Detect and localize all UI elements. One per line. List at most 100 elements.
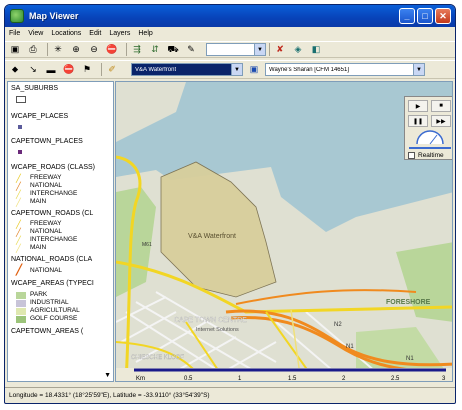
pause-button[interactable]: ❚❚ <box>408 115 428 127</box>
stop-icon: ■ <box>439 103 443 109</box>
legend-swatch <box>16 96 26 103</box>
menu-help[interactable]: Help <box>138 30 152 37</box>
tracker-icon: ⚑ <box>82 64 92 74</box>
stop-button[interactable]: ■ <box>431 100 451 112</box>
map-label-foreshore: FORESHORE <box>386 299 431 306</box>
legend-swatch <box>16 316 26 323</box>
toolbar-separator <box>101 63 102 76</box>
map-label-m61: M61 <box>142 242 152 248</box>
map-label-n1: N1 <box>346 344 354 350</box>
minimize-icon: _ <box>404 11 410 21</box>
legend-layer-title: WCAPE_AREAS (TYPECI <box>11 280 94 287</box>
blank-select[interactable]: ▼ <box>206 43 266 56</box>
vehicle-button[interactable]: ⛟ <box>166 43 180 57</box>
close-button[interactable]: ✕ <box>435 8 451 24</box>
legend-swatch <box>16 308 26 315</box>
map-label-chiesche: CHIESCHE KLOOF <box>131 355 184 361</box>
zoom-in-button[interactable]: ⊕ <box>69 43 83 57</box>
map-label-waterfront: V&A Waterfront <box>188 233 236 240</box>
national-line-icon: ╱ <box>16 182 21 191</box>
legend-layer-title: CAPETOWN_ROADS (CL <box>11 210 94 217</box>
legend-layer-title: SA_SUBURBS <box>11 85 59 92</box>
legend-swatch <box>16 292 26 299</box>
title-bar[interactable]: Map Viewer _ □ ✕ <box>5 5 455 27</box>
legend-layer-title: WCAPE_ROADS (CLASS) <box>11 164 96 171</box>
legend-item: GOLF COURSE <box>30 315 78 322</box>
map-label-n1: N1 <box>406 356 414 362</box>
gear-icon: ◧ <box>311 44 321 54</box>
toolbar-separator <box>47 43 48 56</box>
play-icon: ▶ <box>415 103 421 110</box>
main-toolbar: ▣ ⎙ ✳ ⊕ ⊖ ⛔ ⇶ ⇵ ⛟ ✎ ▼ ✘ ◈ ◧ <box>5 41 455 58</box>
delete-button[interactable]: ⛔ <box>62 63 76 77</box>
stop-button[interactable]: ⛔ <box>105 43 119 57</box>
station-icon: ▣ <box>249 64 259 74</box>
legend-item: NATIONAL <box>30 267 63 274</box>
clear-button[interactable]: ✘ <box>273 43 287 57</box>
scroll-down-icon[interactable]: ▼ <box>104 372 111 379</box>
menu-file[interactable]: File <box>9 30 20 37</box>
legend-item: PARK <box>30 291 48 298</box>
national-line-icon: ╱ <box>16 228 21 237</box>
settings-button[interactable]: ◧ <box>309 43 323 57</box>
print-button[interactable]: ⎙ <box>26 43 40 57</box>
legend-item: FREEWAY <box>30 174 62 181</box>
zoom-out-button[interactable]: ⊖ <box>87 43 101 57</box>
freeway-line-icon: ╱ <box>16 220 21 229</box>
chevron-down-icon: ▼ <box>231 64 242 75</box>
map-label-internet: Internet Solutions <box>196 327 239 333</box>
scale-unit: Km <box>136 376 145 382</box>
no-entry-icon: ⛔ <box>63 64 75 74</box>
add-area-button[interactable]: ▬ <box>44 63 58 77</box>
chevron-down-icon: ▼ <box>413 64 424 75</box>
scale-tick: 1.5 <box>288 376 297 382</box>
pencil-button[interactable]: ✐ <box>105 63 119 77</box>
scale-tick: 0.5 <box>184 376 193 382</box>
no-entry-icon: ⛔ <box>106 44 118 54</box>
legend-swatch <box>18 125 22 129</box>
menu-edit[interactable]: Edit <box>89 30 101 37</box>
speed-gauge-icon <box>416 130 444 145</box>
area-icon: ▬ <box>46 64 56 75</box>
route-button[interactable]: ⇶ <box>130 43 144 57</box>
add-point-button[interactable]: ⬥ <box>8 63 22 77</box>
station-select[interactable]: Wayne's Sharan [CFM 14651] ▼ <box>265 63 425 76</box>
zoom-out-icon: ⊖ <box>90 44 98 54</box>
fast-forward-icon: ▶▶ <box>436 118 446 125</box>
location-select[interactable]: V&A Waterfront ▼ <box>131 63 243 76</box>
fast-forward-button[interactable]: ▶▶ <box>431 115 451 127</box>
menu-layers[interactable]: Layers <box>109 30 130 37</box>
maximize-button[interactable]: □ <box>417 8 433 24</box>
pan-button[interactable]: ✳ <box>51 43 65 57</box>
vehicle-edit-button[interactable]: ✎ <box>184 43 198 57</box>
legend-item: INTERCHANGE <box>30 190 78 197</box>
minimize-button[interactable]: _ <box>399 8 415 24</box>
add-line-button[interactable]: ↘ <box>26 63 40 77</box>
playback-panel: ▶ ■ ❚❚ ▶▶ Realtime <box>404 96 452 160</box>
station-icon-button[interactable]: ▣ <box>247 63 261 77</box>
realtime-checkbox[interactable] <box>408 152 415 159</box>
menu-view[interactable]: View <box>28 30 43 37</box>
window-title: Map Viewer <box>29 11 79 21</box>
legend-layer-title: CAPETOWN_PLACES <box>11 138 83 145</box>
tracker-button[interactable]: ⚑ <box>80 63 94 77</box>
play-button[interactable]: ▶ <box>408 100 428 112</box>
layers-button[interactable]: ◈ <box>291 43 305 57</box>
coordinates-readout: Longitude = 18.4331° (18°25'59"E), Latit… <box>9 392 210 399</box>
speed-slider[interactable] <box>409 147 451 149</box>
menu-locations[interactable]: Locations <box>51 30 81 37</box>
route-edit-button[interactable]: ⇵ <box>148 43 162 57</box>
map-label-city-centre: CAPE TOWN CENTRE <box>174 317 247 324</box>
status-bar: Longitude = 18.4331° (18°25'59"E), Latit… <box>5 387 455 403</box>
save-button[interactable]: ▣ <box>8 43 22 57</box>
line-icon: ↘ <box>29 64 37 74</box>
map-canvas[interactable]: V&A Waterfront FORESHORE CAPE TOWN CENTR… <box>115 81 453 382</box>
legend-layer-title: WCAPE_PLACES <box>11 113 69 120</box>
legend-item: MAIN <box>30 198 47 205</box>
legend-swatch <box>16 300 26 307</box>
pause-icon: ❚❚ <box>412 118 424 125</box>
national-line-icon: ╱ <box>16 265 23 276</box>
eraser-icon: ✘ <box>276 44 284 54</box>
layers-icon: ◈ <box>294 44 302 54</box>
legend-layer-title: NATIONAL_ROADS (CLA <box>11 256 93 263</box>
